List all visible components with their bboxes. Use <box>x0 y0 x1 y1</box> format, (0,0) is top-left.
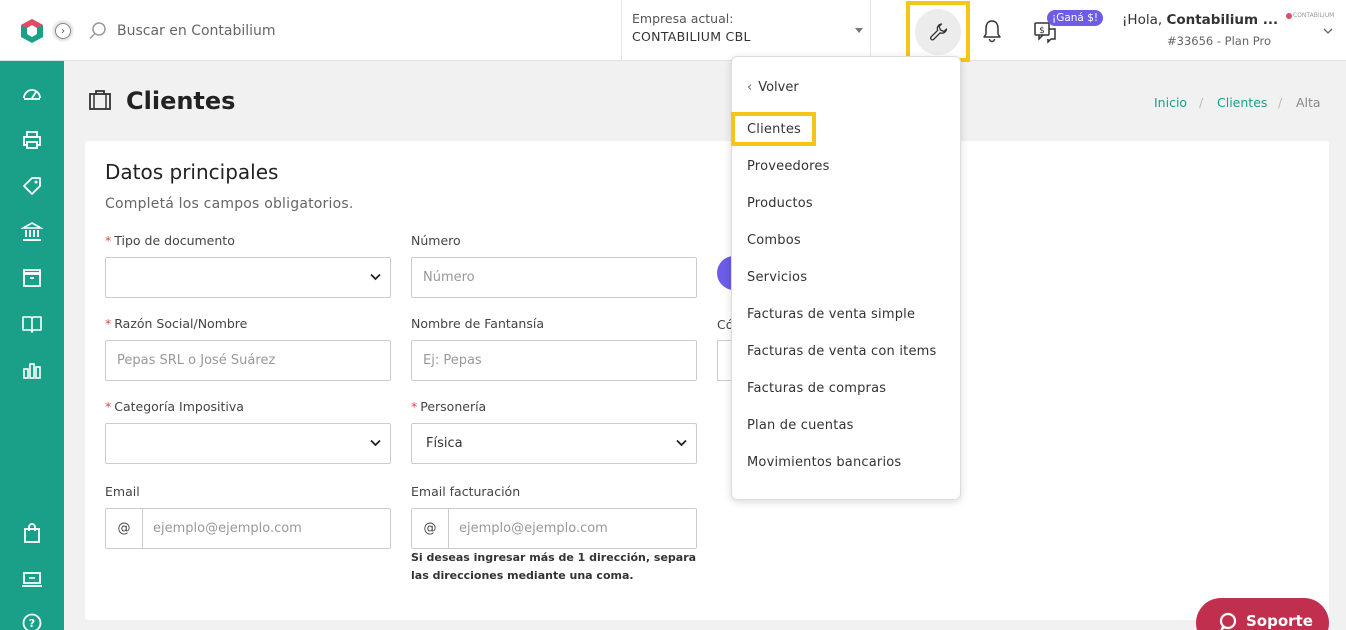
keyboard-icon[interactable] <box>21 568 43 590</box>
shopping-bag-icon[interactable] <box>21 522 43 544</box>
chevron-down-icon <box>370 273 381 281</box>
tag-icon[interactable] <box>21 175 43 197</box>
menu-item-combos[interactable]: Combos <box>747 233 801 248</box>
tipo-documento-label-text: Tipo de documento <box>114 233 235 248</box>
email-placeholder: ejemplo@ejemplo.com <box>153 521 302 536</box>
form-subtitle: Completá los campos obligatorios. <box>105 196 354 212</box>
razon-social-placeholder: Pepas SRL o José Suárez <box>117 353 276 368</box>
required-mark: * <box>105 233 112 248</box>
personeria-value: Física <box>426 436 463 451</box>
bank-icon[interactable] <box>21 221 43 243</box>
chevron-down-icon[interactable] <box>1323 27 1333 35</box>
chevron-right-icon: › <box>55 23 71 39</box>
categoria-label-text: Categoría Impositiva <box>114 399 244 414</box>
personeria-label-text: Personería <box>420 399 487 414</box>
required-mark: * <box>105 399 112 414</box>
required-mark: * <box>105 316 112 331</box>
at-sign-addon: @ <box>412 509 449 548</box>
email-input[interactable]: @ ejemplo@ejemplo.com <box>105 508 391 549</box>
greeting-prefix: ¡Hola, <box>1122 12 1167 28</box>
svg-text:$: $ <box>1039 26 1045 36</box>
sidebar: ? <box>0 61 64 630</box>
earn-badge[interactable]: ¡Ganá $! <box>1047 10 1104 26</box>
nombre-fantasia-input[interactable]: Ej: Pepas <box>411 340 697 381</box>
breadcrumb-separator: / <box>1278 95 1283 110</box>
breadcrumb-home-label: Inicio <box>1154 95 1188 110</box>
breadcrumb-clientes-label: Clientes <box>1217 95 1268 110</box>
email-hint: Si deseas ingresar más de 1 dirección, s… <box>411 551 697 582</box>
personeria-select[interactable]: Física <box>411 423 697 464</box>
breadcrumb-separator: / <box>1199 95 1204 110</box>
company-label: Empresa actual: <box>632 11 734 26</box>
chevron-left-icon: ‹ <box>747 80 753 95</box>
tools-button-highlight <box>906 1 970 62</box>
chat-bubble-icon <box>1219 612 1237 630</box>
dashboard-icon[interactable] <box>21 83 43 105</box>
email-facturacion-placeholder: ejemplo@ejemplo.com <box>459 521 608 536</box>
breadcrumb-home[interactable]: Inicio <box>1154 95 1187 110</box>
support-button[interactable]: Soporte <box>1196 598 1329 630</box>
sidebar-toggle-button[interactable]: › <box>52 20 74 42</box>
chevron-down-icon <box>676 439 687 447</box>
at-sign-addon: @ <box>106 509 143 548</box>
bell-icon[interactable] <box>980 18 1004 44</box>
company-value: CONTABILIUM CBL <box>632 29 751 44</box>
support-label: Soporte <box>1246 612 1313 630</box>
user-name: Contabilium ... <box>1166 12 1279 28</box>
tipo-documento-label: * Tipo de documento <box>105 233 235 248</box>
company-brand-logo: CONTABILIUM <box>1286 12 1334 19</box>
razon-social-label-text: Razón Social/Nombre <box>114 316 248 331</box>
menu-item-plan-cuentas[interactable]: Plan de cuentas <box>747 418 854 433</box>
breadcrumb-clientes[interactable]: Clientes <box>1217 95 1267 110</box>
email-facturacion-input[interactable]: @ ejemplo@ejemplo.com <box>411 508 697 549</box>
razon-social-input[interactable]: Pepas SRL o José Suárez <box>105 340 391 381</box>
user-plan: #33656 - Plan Pro <box>1167 34 1272 48</box>
company-selector[interactable]: Empresa actual: CONTABILIUM CBL <box>621 0 871 61</box>
menu-item-facturas-compras[interactable]: Facturas de compras <box>747 381 886 396</box>
numero-label: Número <box>411 233 461 248</box>
book-icon[interactable] <box>21 313 43 335</box>
email-facturacion-label: Email facturación <box>411 484 521 499</box>
clientes-item-highlight <box>731 112 816 146</box>
printer-icon[interactable] <box>21 129 43 151</box>
search-input[interactable]: Buscar en Contabilium <box>117 23 276 39</box>
menu-item-movimientos-bancarios[interactable]: Movimientos bancarios <box>747 455 901 470</box>
tipo-documento-select[interactable] <box>105 257 391 298</box>
user-greeting[interactable]: ¡Hola, Contabilium ... <box>1122 12 1278 28</box>
briefcase-icon <box>89 90 111 110</box>
numero-input[interactable]: Número <box>411 257 697 298</box>
box-icon[interactable] <box>21 267 43 289</box>
menu-item-servicios[interactable]: Servicios <box>747 270 807 285</box>
menu-item-facturas-venta-simple[interactable]: Facturas de venta simple <box>747 307 915 322</box>
chevron-down-icon <box>370 439 381 447</box>
razon-social-label: * Razón Social/Nombre <box>105 316 247 331</box>
nombre-fantasia-label: Nombre de Fantansía <box>411 316 544 331</box>
svg-text:?: ? <box>29 617 35 630</box>
top-bar: › Buscar en Contabilium Empresa actual: … <box>0 0 1346 62</box>
numero-placeholder: Número <box>423 270 475 285</box>
menu-item-facturas-venta-items[interactable]: Facturas de venta con items <box>747 344 936 359</box>
menu-item-productos[interactable]: Productos <box>747 196 813 211</box>
caret-down-icon <box>855 28 863 33</box>
personeria-label: * Personería <box>411 399 486 414</box>
breadcrumb-current: Alta <box>1296 95 1321 110</box>
form-title: Datos principales <box>105 160 279 184</box>
email-label: Email <box>105 484 140 499</box>
menu-item-proveedores[interactable]: Proveedores <box>747 159 830 174</box>
categoria-label: * Categoría Impositiva <box>105 399 244 414</box>
brand-mini-text: CONTABILIUM <box>1293 12 1335 19</box>
help-icon[interactable]: ? <box>21 612 43 630</box>
nombre-fantasia-placeholder: Ej: Pepas <box>423 353 482 368</box>
contabilium-logo-icon[interactable] <box>18 17 46 45</box>
back-menu-item[interactable]: ‹ Volver <box>747 80 799 95</box>
back-label: Volver <box>758 80 799 95</box>
search-icon <box>89 22 106 40</box>
bar-chart-icon[interactable] <box>21 359 43 381</box>
categoria-select[interactable] <box>105 423 391 464</box>
required-mark: * <box>411 399 418 414</box>
page-title: Clientes <box>126 87 236 115</box>
